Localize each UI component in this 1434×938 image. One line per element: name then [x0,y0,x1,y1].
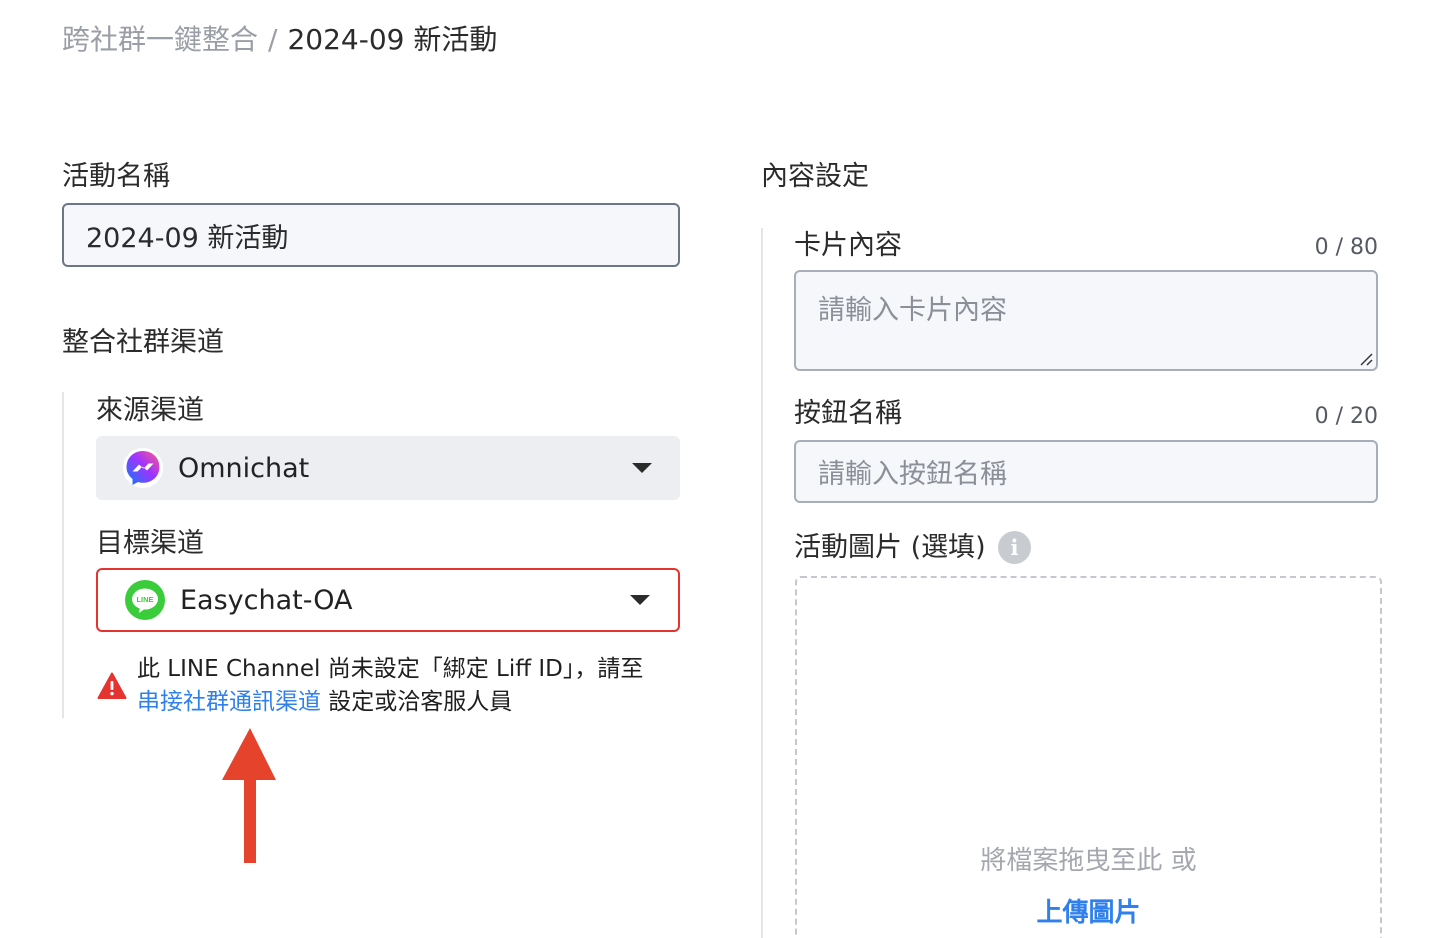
source-channel-value: Omnichat [178,452,310,484]
messenger-icon [123,448,163,488]
info-icon[interactable]: i [998,531,1031,564]
annotation-arrow-icon [222,728,276,863]
resize-handle-icon[interactable] [1359,352,1373,366]
image-dropzone[interactable]: 將檔案拖曳至此 或 上傳圖片 [795,576,1382,938]
content-section-divider [761,228,763,938]
campaign-editor-page: 跨社群一鍵整合 / 2024-09 新活動 活動名稱 2024-09 新活動 整合社… [0,0,1434,938]
button-name-counter: 0 / 20 [1314,404,1378,429]
campaign-name-value: 2024-09 新活動 [86,222,289,254]
button-name-placeholder: 請輸入按鈕名稱 [818,459,1007,490]
line-icon: LINE [125,580,165,620]
target-channel-label: 目標渠道 [96,528,204,559]
card-content-counter: 0 / 80 [1314,235,1378,260]
card-content-placeholder: 請輸入卡片內容 [818,295,1007,326]
warning-suffix: 設定或洽客服人員 [321,689,513,715]
campaign-name-label: 活動名稱 [62,161,170,192]
breadcrumb: 跨社群一鍵整合 / 2024-09 新活動 [62,22,497,58]
channels-section-title: 整合社群渠道 [62,327,224,358]
source-channel-label: 來源渠道 [96,395,204,426]
content-section-title: 內容設定 [761,161,869,192]
breadcrumb-separator: / [268,23,278,56]
card-content-textarea[interactable]: 請輸入卡片內容 [794,270,1378,371]
chevron-down-icon [630,595,650,605]
button-name-input[interactable]: 請輸入按鈕名稱 [794,440,1378,503]
warning-text: 此 LINE Channel 尚未設定「綁定 Liff ID」，請至 [137,656,644,682]
channels-section-divider [62,392,64,718]
dropzone-hint: 將檔案拖曳至此 或 [980,846,1197,876]
campaign-name-input[interactable]: 2024-09 新活動 [62,203,680,267]
campaign-image-label: 活動圖片 (選填) [794,532,986,563]
upload-image-link[interactable]: 上傳圖片 [797,892,1380,929]
breadcrumb-parent-link[interactable]: 跨社群一鍵整合 [62,23,258,56]
source-channel-select[interactable]: Omnichat [96,436,680,500]
target-channel-value: Easychat-OA [180,584,353,616]
card-content-label: 卡片內容 [794,230,902,261]
chevron-down-icon [632,463,652,473]
line-icon-text: LINE [136,595,153,604]
liff-warning-message: 此 LINE Channel 尚未設定「綁定 Liff ID」，請至 串接社群通訊… [137,653,697,719]
breadcrumb-current: 2024-09 新活動 [287,23,498,56]
warning-icon [97,672,127,699]
target-channel-select[interactable]: LINE Easychat-OA [96,568,680,632]
button-name-label: 按鈕名稱 [794,398,902,429]
channel-settings-link[interactable]: 串接社群通訊渠道 [137,689,321,715]
